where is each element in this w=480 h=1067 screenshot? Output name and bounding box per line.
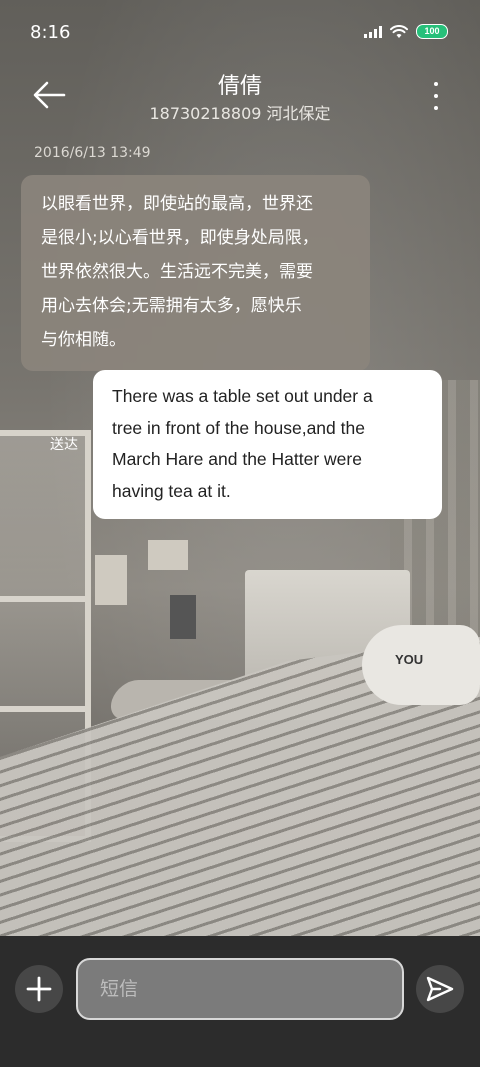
send-button[interactable] [416,965,464,1013]
conversation-header: 倩倩 18730218809 河北保定 [0,66,480,136]
message-line: 与你相随。 [41,330,126,350]
pillow-text: YOU [395,652,424,667]
message-line: March Hare and the Hatter were [112,449,362,469]
status-bar: 8:16 100 [0,0,480,66]
plus-icon [26,976,52,1002]
add-attachment-button[interactable] [15,965,63,1013]
signal-icon [364,25,382,38]
message-timestamp: 2016/6/13 13:49 [34,145,151,161]
message-input[interactable] [76,958,404,1020]
message-line: 是很小;以心看世界，即使身处局限， [41,228,319,248]
incoming-message-bubble[interactable]: 以眼看世界，即使站的最高，世界还 是很小;以心看世界，即使身处局限， 世界依然很… [21,175,370,371]
wifi-icon [390,24,408,38]
delivery-status: 送达 [50,437,78,453]
status-icons: 100 [364,24,448,39]
message-line: There was a table set out under a [112,386,373,406]
contact-name[interactable]: 倩倩 [0,68,480,100]
message-line: 用心去体会;无需拥有太多，愿快乐 [41,296,302,316]
message-line: 世界依然很大。生活远不完美，需要 [41,262,313,282]
send-icon [426,976,454,1002]
background-poster [95,555,127,605]
background-poster [170,595,196,639]
battery-icon: 100 [416,24,448,39]
contact-subtitle: 18730218809 河北保定 [149,104,331,123]
outgoing-message-bubble[interactable]: There was a table set out under a tree i… [93,370,442,519]
status-time: 8:16 [30,22,71,43]
message-line: 以眼看世界，即使站的最高，世界还 [41,194,313,214]
message-line: having tea at it. [112,480,231,501]
more-vertical-icon[interactable] [432,82,440,110]
background-poster [148,540,188,570]
message-line: tree in front of the house,and the [112,417,365,438]
composer-bar [0,936,480,1067]
